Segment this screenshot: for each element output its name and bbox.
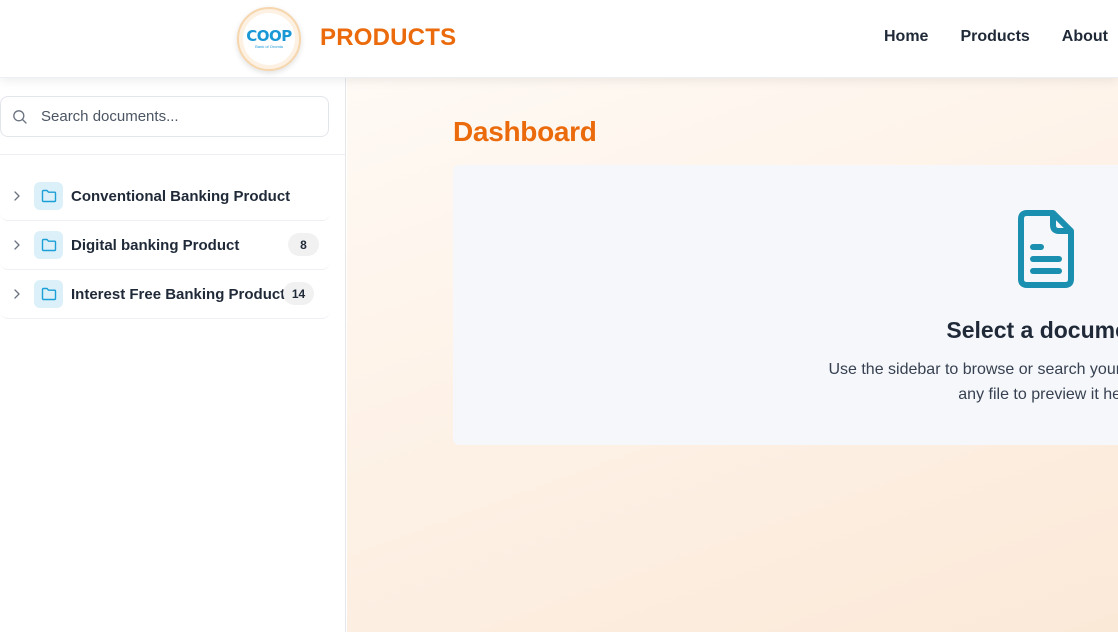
folder-icon xyxy=(34,231,63,259)
empty-state-card: Select a document Use the sidebar to bro… xyxy=(453,165,1118,445)
logo-subtext: Bank of Oromia xyxy=(255,44,283,49)
logo-badge: COOP Bank of Oromia xyxy=(243,13,295,65)
chevron-right-icon[interactable] xyxy=(11,190,23,202)
main-content: Dashboard Select a document Use the side… xyxy=(347,78,1118,632)
document-count-badge: 8 xyxy=(288,233,319,256)
top-navbar: COOP Bank of Oromia PRODUCTS Home Produc… xyxy=(0,0,1118,78)
empty-state-title: Select a document xyxy=(946,317,1118,343)
logo-text: COOP xyxy=(246,27,292,45)
brand-title: PRODUCTS xyxy=(320,24,457,51)
folder-icon xyxy=(34,182,63,210)
chevron-right-icon[interactable] xyxy=(11,239,23,251)
folder-label: Digital banking Product xyxy=(71,237,240,254)
folder-label: Conventional Banking Product xyxy=(71,188,291,205)
nav-home-link[interactable]: Home xyxy=(884,28,928,46)
folder-tree: Conventional Banking Product Digital ban… xyxy=(0,172,330,319)
empty-state-description: Use the sidebar to browse or search your… xyxy=(828,361,1118,403)
nav-about-link[interactable]: About xyxy=(1062,28,1108,46)
nav-products-link[interactable]: Products xyxy=(960,28,1029,46)
document-count-badge: 14 xyxy=(283,282,314,305)
folder-label: Interest Free Banking Product xyxy=(71,286,286,303)
search-icon xyxy=(13,110,27,124)
coop-logo[interactable]: COOP Bank of Oromia xyxy=(237,7,301,71)
folder-item-digital-banking[interactable]: Digital banking Product 8 xyxy=(0,221,330,270)
chevron-right-icon[interactable] xyxy=(11,288,23,300)
folder-item-interest-free-banking[interactable]: Interest Free Banking Product 14 xyxy=(0,270,330,319)
document-icon xyxy=(1018,210,1074,288)
search-input[interactable] xyxy=(41,97,321,136)
main-nav: Home Products About xyxy=(884,28,1118,46)
sidebar: Conventional Banking Product Digital ban… xyxy=(0,78,346,632)
search-box[interactable] xyxy=(0,96,329,137)
folder-item-conventional-banking[interactable]: Conventional Banking Product xyxy=(0,172,330,221)
page-title: Dashboard xyxy=(453,116,597,147)
sidebar-divider xyxy=(0,154,346,155)
folder-icon xyxy=(34,280,63,308)
